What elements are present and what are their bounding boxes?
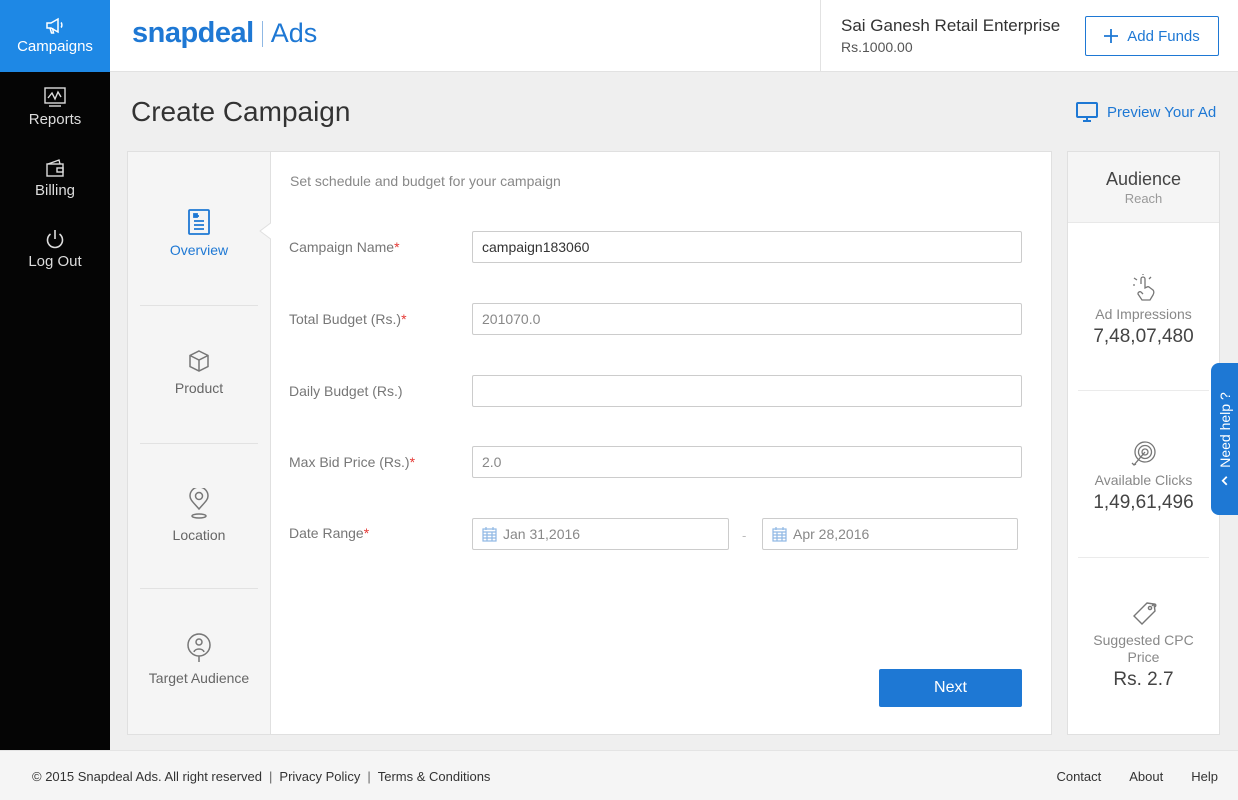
steps-panel: Overview Product Location Target Audienc… [127, 151, 271, 735]
start-date-input[interactable]: Jan 31,2016 [472, 518, 729, 550]
left-nav: Campaigns Reports Billing Log Out [0, 0, 110, 750]
nav-item-reports[interactable]: Reports [0, 71, 110, 143]
step-product[interactable]: Product [140, 349, 258, 396]
page-title: Create Campaign [131, 96, 351, 127]
megaphone-icon [46, 17, 63, 34]
nav-label: Billing [34, 182, 76, 199]
max-bid-input[interactable]: 2.0 [472, 446, 1022, 478]
header-divider [820, 0, 821, 72]
calendar-icon [772, 526, 787, 542]
contact-link[interactable]: Contact [1056, 769, 1101, 784]
nav-item-logout[interactable]: Log Out [0, 213, 110, 285]
metric-value: 1,49,61,496 [1093, 492, 1194, 513]
privacy-policy-link[interactable]: Privacy Policy [279, 769, 360, 784]
footer: © 2015 Snapdeal Ads. All right reserved … [0, 750, 1238, 800]
audience-panel: Audience Reach Ad Impressions 7,48,07,48… [1067, 151, 1220, 735]
chart-icon [44, 87, 66, 107]
document-icon [188, 209, 210, 235]
campaign-name-label: Campaign Name* [289, 239, 400, 255]
max-bid-label: Max Bid Price (Rs.)* [289, 454, 416, 470]
metric-label: Suggested CPC Price [1093, 632, 1194, 665]
footer-separator: | [269, 769, 273, 784]
metric-label: Available Clicks [1094, 472, 1193, 488]
audience-title: Audience [1105, 168, 1182, 189]
price-tag-icon [1132, 602, 1156, 625]
metric-label: Ad Impressions [1095, 306, 1192, 322]
metric-value: Rs. 2.7 [1113, 669, 1174, 690]
step-label: Product [174, 380, 224, 396]
metric-available-clicks: Available Clicks 1,49,61,496 [1068, 440, 1219, 514]
account-balance: Rs.1000.00 [841, 39, 913, 55]
date-separator: - [742, 528, 747, 543]
add-funds-label: Add Funds [1127, 27, 1200, 45]
end-date-input[interactable]: Apr 28,2016 [762, 518, 1018, 550]
preview-label: Preview Your Ad [1107, 103, 1217, 121]
preview-ad-link[interactable]: Preview Your Ad [1076, 101, 1216, 123]
metric-value: 7,48,07,480 [1093, 326, 1194, 347]
chevron-left-icon [1221, 476, 1228, 486]
total-budget-label: Total Budget (Rs.)* [289, 311, 407, 327]
logo[interactable]: snapdeal Ads [132, 17, 317, 50]
nav-label: Log Out [28, 253, 82, 270]
nav-item-campaigns[interactable]: Campaigns [0, 0, 110, 72]
step-overview[interactable]: Overview [140, 209, 258, 258]
terms-link[interactable]: Terms & Conditions [378, 769, 491, 784]
audience-divider [1078, 390, 1209, 391]
step-location[interactable]: Location [140, 488, 258, 543]
copyright: © 2015 Snapdeal Ads. All right reserved [32, 769, 263, 784]
wallet-icon [46, 159, 64, 177]
daily-budget-label: Daily Budget (Rs.) [289, 383, 403, 399]
audience-header: Audience Reach [1068, 152, 1219, 223]
tap-icon [1132, 274, 1154, 301]
header: snapdeal Ads Sai Ganesh Retail Enterpris… [110, 0, 1238, 72]
add-funds-button[interactable]: Add Funds [1085, 16, 1219, 56]
audience-divider [1078, 557, 1209, 558]
daily-budget-input[interactable] [472, 375, 1022, 407]
plus-icon [1104, 29, 1119, 43]
logo-text: snapdeal [132, 17, 254, 49]
calendar-icon [482, 526, 497, 542]
target-audience-icon [187, 633, 211, 662]
nav-item-billing[interactable]: Billing [0, 142, 110, 214]
step-divider [140, 305, 258, 306]
audience-subtitle: Reach [1124, 190, 1163, 206]
campaign-form: Set schedule and budget for your campaig… [271, 151, 1052, 735]
logo-divider [261, 20, 263, 47]
total-budget-input[interactable]: 201070.0 [472, 303, 1022, 335]
step-divider [140, 443, 258, 444]
campaign-name-input[interactable]: campaign183060 [472, 231, 1022, 263]
account-info: Sai Ganesh Retail Enterprise Rs.1000.00 [841, 16, 1060, 55]
box-icon [189, 350, 209, 372]
footer-separator: | [367, 769, 371, 784]
nav-label: Campaigns [17, 38, 93, 55]
step-label: Overview [169, 242, 229, 258]
logo-ads-text: Ads [270, 18, 318, 48]
step-target-audience[interactable]: Target Audience [140, 633, 258, 686]
about-link[interactable]: About [1129, 769, 1163, 784]
monitor-icon [1076, 102, 1098, 122]
account-name: Sai Ganesh Retail Enterprise [841, 16, 1061, 35]
start-date-value: Jan 31,2016 [503, 526, 581, 542]
end-date-value: Apr 28,2016 [793, 526, 870, 542]
location-pin-icon [189, 488, 209, 519]
metric-ad-impressions: Ad Impressions 7,48,07,480 [1068, 274, 1219, 348]
form-subtitle: Set schedule and budget for your campaig… [290, 173, 561, 189]
nav-label: Reports [28, 111, 82, 128]
need-help-label: Need help ? [1216, 392, 1233, 468]
step-label: Target Audience [148, 670, 250, 686]
next-button[interactable]: Next [879, 669, 1022, 707]
power-icon [46, 230, 64, 249]
metric-suggested-cpc: Suggested CPC Price Rs. 2.7 [1068, 600, 1219, 691]
step-divider [140, 588, 258, 589]
step-label: Location [172, 527, 226, 543]
date-range-label: Date Range* [289, 525, 370, 541]
need-help-tab[interactable]: Need help ? [1211, 363, 1238, 515]
help-link[interactable]: Help [1191, 769, 1218, 784]
target-icon [1131, 441, 1156, 466]
